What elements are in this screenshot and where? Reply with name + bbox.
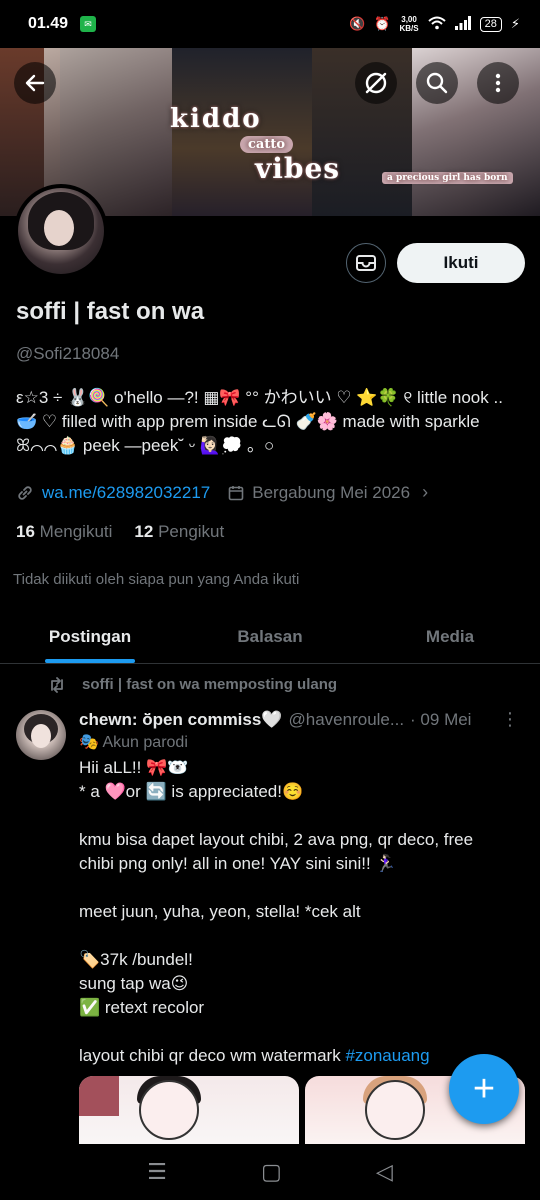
- back-button[interactable]: [14, 62, 56, 104]
- post-header: chewn: ŏ̈pen commiss🤍 @havenroule... · 0…: [79, 709, 529, 730]
- system-navbar: ☰ ▢ ◁: [0, 1144, 540, 1200]
- search-button[interactable]: [416, 62, 458, 104]
- back-arrow-icon: [25, 74, 45, 92]
- home-icon[interactable]: ▢: [261, 1159, 282, 1185]
- link-icon: [18, 485, 32, 500]
- back-triangle-icon[interactable]: ◁: [376, 1159, 393, 1185]
- bio-line: 🥣 ♡ filled with app prem inside ᓚᘏ 🍼🌸 ma…: [16, 412, 480, 431]
- compose-button[interactable]: +: [449, 1054, 519, 1124]
- post-date[interactable]: · 09 Mei: [410, 710, 471, 730]
- post-media-image[interactable]: [79, 1076, 299, 1144]
- profile-name: soffi | fast on wa: [16, 298, 205, 325]
- hashtag-link[interactable]: #zonauang: [345, 1046, 429, 1065]
- message-button[interactable]: [346, 243, 386, 283]
- profile-handle: @Sofi218084: [16, 344, 120, 363]
- repost-icon: [51, 676, 63, 693]
- search-icon: [426, 72, 448, 94]
- grok-button[interactable]: [355, 62, 397, 104]
- repost-indicator[interactable]: soffi | fast on wa memposting ulang: [48, 676, 337, 693]
- envelope-icon: [356, 255, 376, 271]
- tab-replies[interactable]: Balasan: [180, 610, 360, 663]
- post-author-handle[interactable]: @havenroule...: [289, 710, 405, 730]
- post-text[interactable]: Hii aLL!! 🎀🐻‍❄️ * a 🩷or 🔄 is appreciated…: [79, 756, 524, 1068]
- calendar-icon: [228, 485, 244, 500]
- joined-date: Bergabung Mei 2026: [252, 482, 411, 502]
- mute-icon: 🔇: [349, 16, 366, 31]
- bio-line: ꕤ⌒⌒🧁 peek —peek˘ ᵕ 🙋🏻‍♀️💭 。○: [16, 436, 275, 455]
- bio-line: ε☆3 ÷ 🐰🍭 o'hello —?! ▦🎀 °° かわいい ♡ ⭐🍀 ୧ l…: [16, 388, 503, 407]
- profile-link[interactable]: wa.me/628982032217: [42, 483, 210, 503]
- parody-label: 🎭 Akun parodi: [79, 734, 188, 751]
- follow-stats: 16 Mengikuti 12 Pengikut: [16, 522, 224, 542]
- status-bar: 01.49 ✉ 🔇 ⏰ 3,00 KB/S 28 ⚡: [0, 0, 540, 48]
- charging-icon: ⚡: [510, 16, 520, 31]
- more-button[interactable]: [477, 62, 519, 104]
- follow-button[interactable]: Ikuti: [397, 243, 525, 283]
- profile-meta: wa.me/628982032217 Bergabung Mei 2026 ›: [16, 482, 428, 503]
- banner-tagline: a precious girl has born: [382, 172, 513, 184]
- signal-icon: [454, 15, 471, 33]
- post-author-name[interactable]: chewn: ŏ̈pen commiss🤍: [79, 710, 283, 730]
- slash-circle-icon: [365, 72, 387, 94]
- not-followed-note: Tidak diikuti oleh siapa pun yang Anda i…: [13, 571, 300, 588]
- banner-text-vibes: vibes: [255, 152, 341, 185]
- post-author-avatar[interactable]: [16, 710, 66, 760]
- banner-text-kiddo: kiddo: [170, 104, 262, 134]
- wifi-icon: [427, 16, 446, 33]
- net-speed: 3,00 KB/S: [399, 15, 419, 33]
- profile-bio: ε☆3 ÷ 🐰🍭 o'hello —?! ▦🎀 °° かわいい ♡ ⭐🍀 ୧ l…: [16, 386, 526, 458]
- more-vertical-icon: [495, 73, 501, 93]
- clock: 01.49: [28, 15, 69, 32]
- following-link[interactable]: 16 Mengikuti: [16, 522, 112, 542]
- post-more-icon[interactable]: ⋮: [501, 709, 529, 730]
- notification-icon: ✉: [80, 16, 97, 32]
- followers-link[interactable]: 12 Pengikut: [134, 522, 224, 542]
- alarm-icon: ⏰: [374, 16, 391, 31]
- chevron-right-icon[interactable]: ›: [422, 482, 428, 503]
- menu-icon[interactable]: ☰: [147, 1159, 167, 1185]
- tab-media[interactable]: Media: [360, 610, 540, 663]
- battery-icon: 28: [479, 16, 502, 32]
- banner-text-catto: catto: [240, 136, 294, 153]
- tab-posts[interactable]: Postingan: [0, 610, 180, 663]
- status-icons: 🔇 ⏰ 3,00 KB/S 28 ⚡: [349, 15, 520, 33]
- profile-tabs: Postingan Balasan Media: [0, 610, 540, 664]
- profile-avatar[interactable]: [14, 184, 108, 278]
